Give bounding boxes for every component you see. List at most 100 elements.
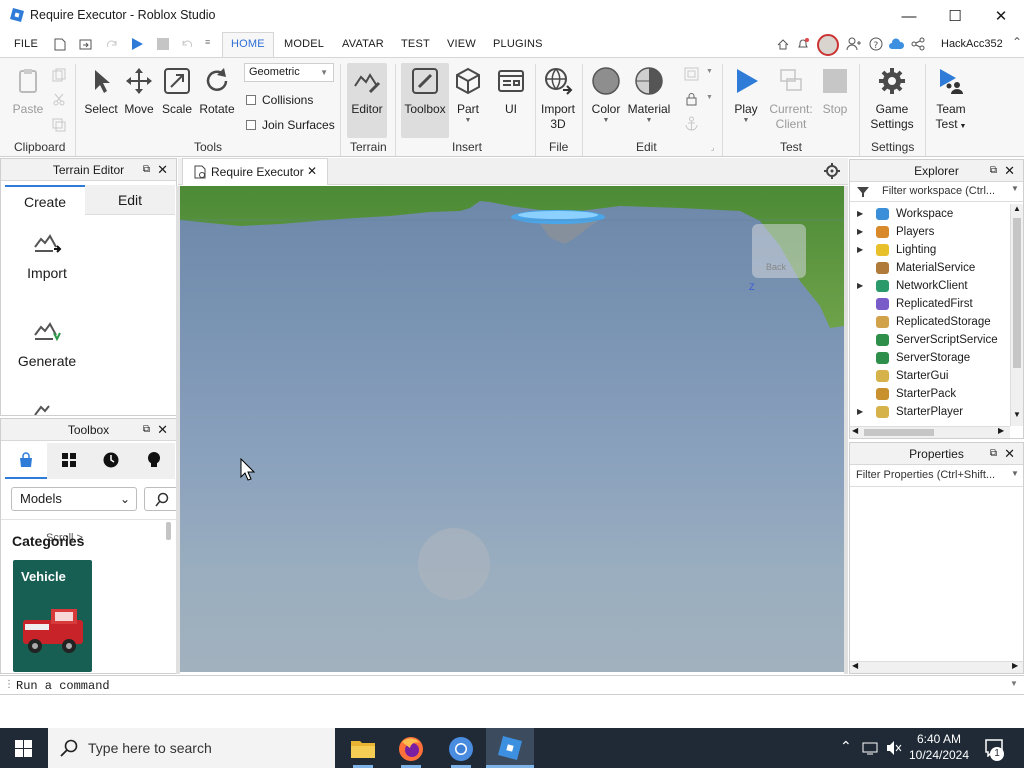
scroll-left-icon[interactable]: ◀ — [852, 661, 858, 670]
color-button[interactable]: Color ▼ — [587, 66, 625, 124]
scroll-thumb[interactable] — [1013, 218, 1021, 368]
close-icon[interactable]: ✕ — [1004, 160, 1015, 182]
redo-icon[interactable] — [105, 38, 118, 51]
tab-plugins[interactable]: PLUGINS — [493, 38, 543, 50]
explorer-item-starterpack[interactable]: StarterPack — [850, 385, 1010, 403]
close-icon[interactable]: ✕ — [157, 419, 168, 441]
explorer-item-starterplayer[interactable]: ▶ StarterPlayer — [850, 403, 1010, 421]
volume-muted-icon[interactable] — [885, 740, 903, 756]
stop-quick-icon[interactable] — [157, 38, 169, 50]
minimize-button[interactable]: — — [886, 0, 932, 32]
undock-icon[interactable]: ⧉ — [143, 159, 150, 181]
play-button[interactable]: Play ▼ — [727, 66, 765, 124]
share-icon[interactable] — [911, 37, 925, 51]
collisions-checkbox[interactable]: Collisions — [246, 93, 313, 107]
import-3d-button[interactable]: Import 3D — [538, 66, 578, 132]
scroll-left-icon[interactable]: ◀ — [852, 426, 858, 435]
viewport-settings-gear-icon[interactable] — [824, 163, 840, 179]
chrome-icon[interactable] — [448, 736, 474, 762]
tab-marketplace[interactable] — [5, 443, 47, 479]
tab-inventory-grid-icon[interactable] — [61, 452, 77, 468]
tab-file[interactable]: FILE — [14, 38, 38, 50]
expand-arrow-icon[interactable]: ▶ — [857, 403, 863, 421]
play-quick-icon[interactable] — [130, 37, 144, 51]
move-button[interactable]: Move — [122, 66, 156, 117]
taskbar-search-box[interactable]: Type here to search — [48, 728, 335, 768]
duplicate-icon[interactable] — [52, 118, 66, 132]
tab-creations-lightbulb-icon[interactable] — [147, 451, 161, 469]
undo-icon[interactable] — [181, 38, 194, 51]
tab-recent-clock-icon[interactable] — [103, 452, 119, 468]
close-button[interactable]: ✕ — [978, 0, 1024, 32]
edit-group-expand-icon[interactable]: ⌟ — [711, 144, 714, 152]
group-icon[interactable] — [684, 67, 699, 81]
scroll-down-icon[interactable]: ▼ — [1013, 410, 1021, 419]
expand-arrow-icon[interactable]: ▶ — [857, 241, 863, 259]
team-test-button[interactable]: Team Test ▼ — [929, 66, 973, 134]
explorer-item-startergui[interactable]: StarterGui — [850, 367, 1010, 385]
explorer-item-replicatedfirst[interactable]: ReplicatedFirst — [850, 295, 1010, 313]
roblox-studio-taskbar-button[interactable] — [486, 728, 534, 768]
properties-filter-field[interactable]: Filter Properties (Ctrl+Shift... ▼ — [850, 465, 1023, 487]
explorer-filter-field[interactable]: Filter workspace (Ctrl... ▼ — [850, 182, 1023, 202]
toolbox-search-button[interactable] — [144, 487, 176, 511]
material-button[interactable]: Material ▼ — [627, 66, 671, 124]
explorer-item-workspace[interactable]: ▶ Workspace — [850, 205, 1010, 223]
new-file-icon[interactable] — [54, 38, 66, 51]
scale-button[interactable]: Scale — [160, 66, 194, 117]
file-explorer-icon[interactable] — [351, 738, 375, 758]
properties-horizontal-scrollbar[interactable]: ◀ ▶ — [850, 661, 1023, 673]
username[interactable]: HackAcc352 — [941, 38, 1003, 50]
ui-button[interactable]: UI — [494, 66, 528, 117]
undock-icon[interactable]: ⧉ — [143, 419, 150, 441]
help-icon[interactable]: ? — [869, 37, 883, 51]
notifications-icon[interactable] — [796, 37, 810, 51]
select-button[interactable]: Select — [84, 66, 118, 117]
document-tab[interactable]: Require Executor ✕ — [182, 158, 328, 185]
maximize-button[interactable]: ☐ — [932, 0, 978, 32]
explorer-item-materialservice[interactable]: MaterialService — [850, 259, 1010, 277]
collapse-ribbon-icon[interactable]: ⌃ — [1012, 35, 1022, 49]
copy-icon[interactable] — [52, 68, 66, 82]
view-orientation-cube[interactable]: Back — [752, 224, 806, 278]
terrain-import-tool[interactable]: Import — [11, 231, 83, 281]
terrain-next-tool-icon[interactable] — [33, 405, 53, 415]
terrain-editor-button[interactable]: Editor — [347, 66, 387, 117]
show-hidden-icons-icon[interactable]: ⌃ — [840, 738, 852, 755]
paste-button[interactable]: Paste — [10, 66, 46, 117]
explorer-item-networkclient[interactable]: ▶ NetworkClient — [850, 277, 1010, 295]
scroll-thumb[interactable] — [864, 429, 934, 436]
category-card-vehicle[interactable]: Vehicle — [13, 560, 92, 672]
close-tab-icon[interactable]: ✕ — [307, 164, 317, 178]
terrain-generate-tool[interactable]: Generate — [11, 319, 83, 369]
tab-create[interactable]: Create — [5, 185, 85, 215]
transform-mode-dropdown[interactable]: Geometric ▼ — [244, 63, 334, 82]
explorer-vertical-scrollbar[interactable]: ▲ ▼ — [1010, 204, 1023, 426]
quick-access-dropdown-icon[interactable]: ≡ — [205, 37, 210, 47]
publish-icon[interactable] — [79, 38, 92, 51]
anchor-icon[interactable] — [684, 116, 699, 131]
tab-view[interactable]: VIEW — [447, 38, 476, 50]
game-settings-button[interactable]: Game Settings — [864, 66, 920, 132]
avatar[interactable] — [817, 34, 839, 56]
stop-button[interactable]: Stop — [818, 66, 852, 117]
explorer-item-replicatedstorage[interactable]: ReplicatedStorage — [850, 313, 1010, 331]
windows-start-icon[interactable] — [15, 740, 32, 757]
chevron-down-icon[interactable]: ▼ — [706, 94, 713, 101]
home-icon[interactable] — [776, 37, 790, 51]
cloud-icon[interactable] — [888, 38, 905, 50]
explorer-item-players[interactable]: ▶ Players — [850, 223, 1010, 241]
join-surfaces-checkbox[interactable]: Join Surfaces — [246, 118, 335, 132]
toolbox-category-dropdown[interactable]: Models ⌄ — [11, 487, 137, 511]
lock-icon[interactable] — [685, 92, 698, 106]
clock[interactable]: 6:40 AM 10/24/2024 — [906, 731, 972, 763]
tab-edit[interactable]: Edit — [85, 185, 175, 215]
rotate-button[interactable]: Rotate — [198, 66, 236, 117]
undock-icon[interactable]: ⧉ — [990, 160, 997, 182]
scroll-up-icon[interactable]: ▲ — [1013, 204, 1021, 213]
close-icon[interactable]: ✕ — [157, 159, 168, 181]
close-icon[interactable]: ✕ — [1004, 443, 1015, 465]
firefox-icon[interactable] — [398, 736, 424, 762]
expand-arrow-icon[interactable]: ▶ — [857, 205, 863, 223]
explorer-horizontal-scrollbar[interactable]: ◀ ▶ — [850, 426, 1010, 438]
